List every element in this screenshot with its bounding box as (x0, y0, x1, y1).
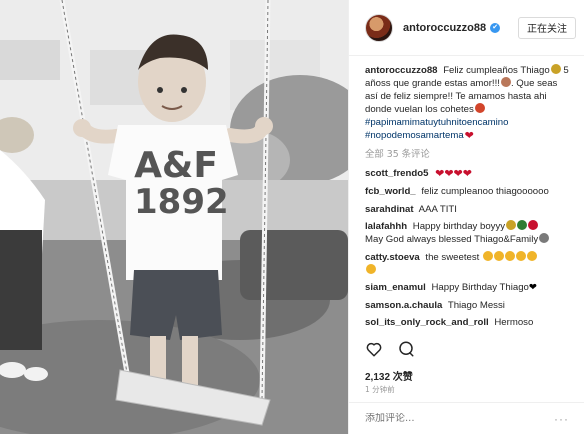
comment-bubble-icon[interactable] (397, 340, 415, 358)
cake-emoji-icon (506, 220, 517, 230)
heart-eyes-emoji-icon (515, 250, 526, 261)
shirt-print: A&F 1892 (134, 145, 229, 222)
shirt-text-bottom: 1892 (134, 182, 229, 222)
post-header: antoroccuzzo88 ✔ 正在关注 (349, 0, 584, 56)
hashtag-link-2[interactable]: #nopodemosamartema (365, 130, 464, 141)
comment-text: AAA TITI (418, 203, 457, 215)
comment-item: lalafahhh Happy birthday boyyy May God a… (365, 220, 570, 246)
balloon-emoji-icon (517, 220, 528, 230)
comment-item: samson.a.chaula Thiago Messi (365, 299, 570, 312)
verified-badge-icon: ✔ (490, 22, 501, 33)
avatar[interactable] (365, 13, 393, 42)
more-options-icon[interactable]: ··· (554, 412, 569, 426)
comment-username[interactable]: sol_its_only_rock_and_roll (365, 317, 489, 328)
header-username-text[interactable]: antoroccuzzo88 (403, 22, 486, 34)
hashtag-link-1[interactable]: #papimamimatuytuhnitoencamino (365, 117, 508, 128)
heart-eyes-emoji-icon (526, 250, 537, 261)
comment-text: Thiago Messi (447, 299, 505, 311)
shirt-text-top: A&F (134, 145, 218, 186)
comment-item: siam_enamul Happy Birthday Thiago❤ (365, 281, 570, 294)
heart-eyes-emoji-icon (366, 263, 376, 274)
likes-count[interactable]: 2,132 次赞 (365, 368, 413, 383)
caption-text: Feliz cumpleaños Thiago (443, 65, 550, 76)
like-heart-icon[interactable] (365, 340, 383, 358)
load-all-comments-link[interactable]: 全部 35 条评论 (365, 148, 570, 161)
family-emoji-icon (539, 233, 550, 243)
header-username[interactable]: antoroccuzzo88 ✔ (403, 22, 501, 34)
comment-username[interactable]: lalafahhh (365, 221, 407, 232)
heart-eyes-emoji-icon (504, 250, 515, 261)
comment-text-line-2: May God always blessed Thiago&Family (365, 234, 539, 245)
comment-item: fcb_world_ feliz cumpleanoo thiagoooooo (365, 185, 570, 198)
comment-username[interactable]: samson.a.chaula (365, 300, 442, 311)
comment-item: sarahdinat AAA TITI (365, 203, 570, 216)
add-comment-bar: ··· (349, 402, 584, 434)
comment-username[interactable]: scott_frendo5 (365, 168, 428, 179)
comment-username[interactable]: sarahdinat (365, 204, 414, 215)
face-emoji-icon (500, 77, 511, 87)
caption-username[interactable]: antoroccuzzo88 (365, 65, 438, 76)
black-heart-emoji-icon: ❤ (528, 282, 537, 293)
post-actions (365, 340, 415, 358)
comment-username[interactable]: catty.stoeva (365, 252, 420, 263)
comment-text: the sweetest (425, 251, 480, 263)
comment-text: Happy Birthday Thiago (431, 282, 529, 293)
comment-text: Hermoso (494, 317, 534, 328)
comment-username[interactable]: fcb_world_ (365, 186, 416, 197)
comment-item: catty.stoeva the sweetest (365, 250, 570, 277)
heart-eyes-emoji-icon (482, 250, 493, 261)
heart-emoji-icon: ❤ (464, 130, 474, 142)
caption: antoroccuzzo88 Feliz cumpleaños Thiago 5… (365, 64, 570, 143)
rocket-emoji-icon (474, 103, 485, 113)
comment-username[interactable]: siam_enamul (365, 282, 426, 293)
comments-list: antoroccuzzo88 Feliz cumpleaños Thiago 5… (349, 56, 584, 346)
post-side-panel: antoroccuzzo88 ✔ 正在关注 antoroccuzzo88 Feli… (348, 0, 584, 434)
following-button[interactable]: 正在关注 (518, 16, 576, 39)
balloon-emoji-icon (528, 220, 539, 230)
add-comment-input[interactable] (365, 413, 545, 424)
comment-text: feliz cumpleanoo thiagoooooo (421, 186, 549, 197)
heart-emoji-icon: ❤❤❤❤ (435, 167, 472, 180)
post-photo[interactable]: A&F 1892 (0, 0, 348, 434)
post-timestamp: 1 分钟前 (365, 385, 395, 394)
comment-item: sol_its_only_rock_and_roll Hermoso (365, 316, 570, 329)
cake-emoji-icon (550, 64, 561, 74)
comment-item: scott_frendo5 ❤❤❤❤ (365, 167, 570, 181)
heart-eyes-emoji-icon (493, 250, 504, 261)
comment-text: Happy birthday boyyy (412, 221, 506, 232)
